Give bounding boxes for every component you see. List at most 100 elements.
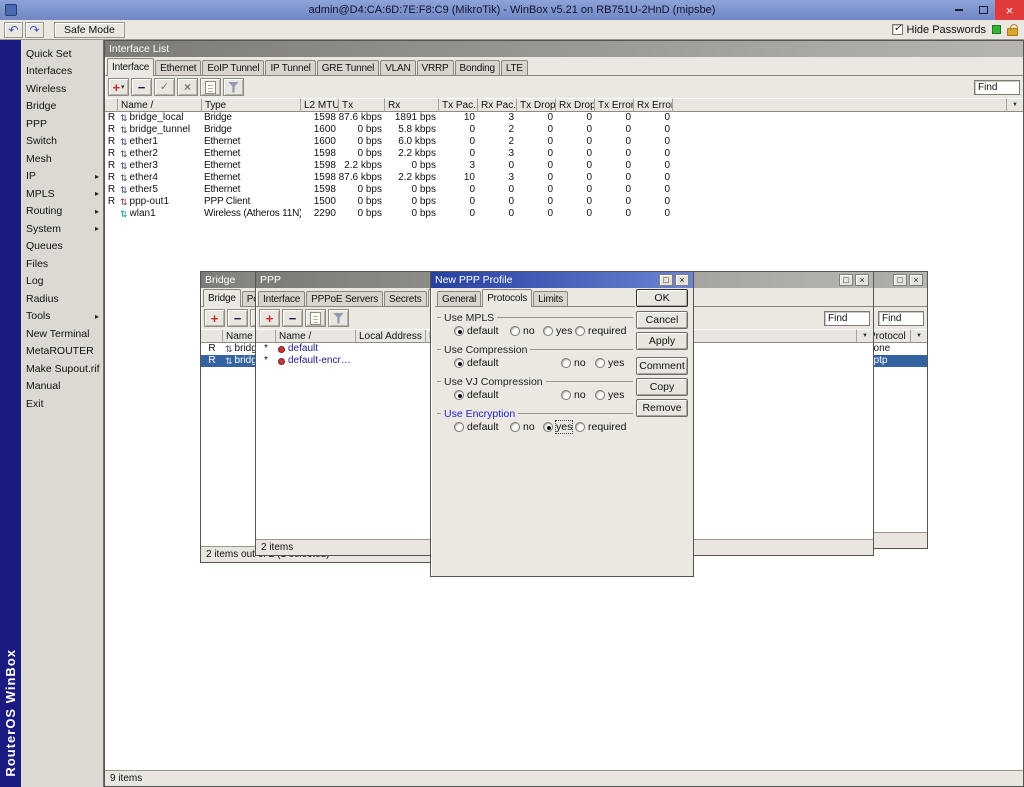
rx-packet-column-header[interactable]: Rx Pac... [478,98,517,112]
window-titlebar[interactable]: Interface List [105,41,1023,57]
restore-button[interactable]: □ [893,274,907,286]
filter-button[interactable] [223,78,244,96]
rx-column-header[interactable]: Rx [385,98,439,112]
tx-column-header[interactable]: Tx [339,98,385,112]
tx-errors-column-header[interactable]: Tx Errors [595,98,634,112]
sidebar-item[interactable]: Log [21,273,103,291]
dialog-titlebar[interactable]: New PPP Profile □ × [431,272,693,288]
remove-button[interactable]: − [227,309,248,327]
tab[interactable]: LTE [501,60,528,75]
remove-button[interactable]: Remove [636,399,688,417]
find-box[interactable]: Find [878,311,924,326]
enable-button[interactable]: ✓ [154,78,175,96]
ok-button[interactable]: OK [636,289,688,307]
sidebar-item[interactable]: Quick Set [21,45,103,63]
tab[interactable]: VLAN [380,60,415,75]
add-button[interactable]: +▾ [108,78,129,96]
flags-column-header[interactable] [105,98,118,112]
app-titlebar[interactable]: admin@D4:CA:6D:7E:F8:C9 (MikroTik) - Win… [0,0,1024,20]
tab[interactable]: PPPoE Servers [306,291,383,306]
tab[interactable]: Limits [533,291,568,306]
radio-no[interactable]: no [561,389,586,401]
radio-yes[interactable]: yes [595,389,624,401]
tab[interactable]: Secrets [384,291,427,306]
tab[interactable]: Bridge [203,289,241,307]
sidebar-item[interactable]: Make Supout.rif [21,360,103,378]
remove-button[interactable]: − [282,309,303,327]
interface-row[interactable]: R ether2 Ethernet 1598 0 bps 2.2 kbps 0 … [105,148,1023,160]
tab[interactable]: Ethernet [155,60,201,75]
interface-row[interactable]: R ether1 Ethernet 1600 0 bps 6.0 kbps 0 … [105,136,1023,148]
tab[interactable]: GRE Tunnel [317,60,379,75]
restore-button[interactable]: □ [839,274,853,286]
sidebar-item[interactable]: Interfaces [21,63,103,81]
tab[interactable]: EoIP Tunnel [202,60,264,75]
tab[interactable]: Protocols [482,289,532,307]
disable-button[interactable]: × [177,78,198,96]
comment-button[interactable]: Comment [636,357,688,375]
radio-yes[interactable]: yes [543,421,572,433]
sidebar-item[interactable]: Mesh [21,150,103,168]
column-chooser-button[interactable]: ▼ [911,329,927,343]
radio-default[interactable]: default [454,421,499,433]
tab[interactable]: VRRP [417,60,454,75]
sidebar-item[interactable]: Queues [21,238,103,256]
sidebar-item[interactable]: MetaROUTER [21,343,103,361]
tx-packet-column-header[interactable]: Tx Pac... [439,98,478,112]
tab[interactable]: Interface [258,291,305,306]
sidebar-item[interactable]: Bridge [21,98,103,116]
undo-button[interactable]: ↶ [4,22,23,38]
flags-column-header[interactable] [201,329,223,343]
sidebar-item[interactable]: Routing ▸ [21,203,103,221]
radio-yes[interactable]: yes [543,325,572,337]
sidebar-item[interactable]: New Terminal [21,325,103,343]
interface-row[interactable]: R ether4 Ethernet 1598 87.6 kbps 2.2 kbp… [105,172,1023,184]
interface-row[interactable]: R bridge_local Bridge 1598 87.6 kbps 189… [105,112,1023,124]
sidebar-item[interactable]: Manual [21,378,103,396]
close-button[interactable]: × [995,0,1024,20]
hide-passwords-checkbox[interactable]: Hide Passwords [892,24,986,36]
name-column-header[interactable]: Name / [276,329,356,343]
sidebar-item[interactable]: Wireless [21,80,103,98]
cancel-button[interactable]: Cancel [636,311,688,329]
find-box[interactable]: Find [974,80,1020,95]
radio-no[interactable]: no [561,357,586,369]
apply-button[interactable]: Apply [636,332,688,350]
column-chooser-button[interactable]: ▼ [1007,98,1023,112]
interface-row[interactable]: R ether5 Ethernet 1598 0 bps 0 bps 0 0 0… [105,184,1023,196]
comment-button[interactable] [200,78,221,96]
minimize-button[interactable] [947,0,971,20]
sidebar-item[interactable]: PPP [21,115,103,133]
sidebar-item[interactable]: Radius [21,290,103,308]
l2mtu-column-header[interactable]: L2 MTU [301,98,339,112]
type-column-header[interactable]: Type [202,98,301,112]
close-window-button[interactable]: × [909,274,923,286]
rx-errors-column-header[interactable]: Rx Errors [634,98,673,112]
tab[interactable]: IP Tunnel [265,60,315,75]
restore-button[interactable]: □ [659,274,673,286]
close-window-button[interactable]: × [855,274,869,286]
sidebar-item[interactable]: Files [21,255,103,273]
column-chooser-button[interactable]: ▼ [857,329,873,343]
radio-yes[interactable]: yes [595,357,624,369]
tab[interactable]: Bonding [455,60,500,75]
flags-column-header[interactable] [256,329,276,343]
filter-button[interactable] [328,309,349,327]
tab[interactable]: Interface [107,58,154,76]
comment-button[interactable] [305,309,326,327]
interface-row[interactable]: R ether3 Ethernet 1598 2.2 kbps 0 bps 3 … [105,160,1023,172]
find-box[interactable]: Find [824,311,870,326]
remove-button[interactable]: − [131,78,152,96]
sidebar-item[interactable]: Tools ▸ [21,308,103,326]
tx-drops-column-header[interactable]: Tx Drops [517,98,556,112]
interface-row[interactable]: R bridge_tunnel Bridge 1600 0 bps 5.8 kb… [105,124,1023,136]
radio-default[interactable]: default [454,325,499,337]
interface-row[interactable]: wlan1 Wireless (Atheros 11N) 2290 0 bps … [105,208,1023,220]
copy-button[interactable]: Copy [636,378,688,396]
radio-default[interactable]: default [454,389,499,401]
close-dialog-button[interactable]: × [675,274,689,286]
radio-required[interactable]: required [575,325,627,337]
sidebar-item[interactable]: IP ▸ [21,168,103,186]
sidebar-item[interactable]: Switch [21,133,103,151]
radio-no[interactable]: no [510,421,535,433]
